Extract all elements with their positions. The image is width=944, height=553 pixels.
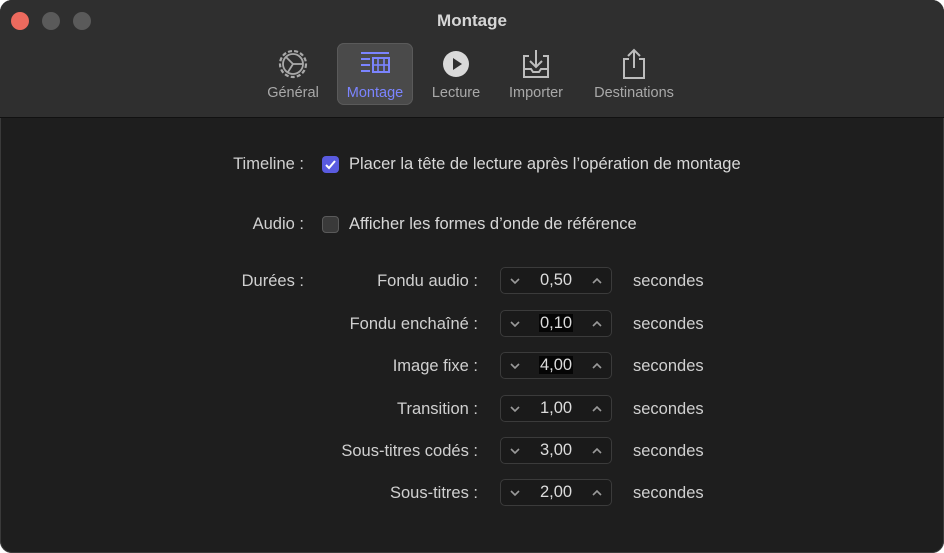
duration-label-transition: Transition :	[396, 400, 478, 418]
duration-label-closed-captions: Sous-titres codés :	[341, 442, 478, 460]
unit-label: secondes	[633, 272, 704, 290]
timeline-option-text: Placer la tête de lecture après l’opérat…	[349, 155, 741, 173]
durations-label: Durées :	[241, 272, 304, 290]
checkmark-icon	[325, 160, 336, 170]
timeline-label: Timeline :	[233, 155, 304, 173]
import-tray-icon	[520, 47, 552, 81]
share-icon	[619, 47, 649, 81]
unit-label: secondes	[633, 315, 704, 333]
chevron-down-icon[interactable]	[502, 352, 528, 379]
stepper-value[interactable]: 2,00	[526, 483, 586, 502]
closed-captions-stepper[interactable]: 3,00	[500, 437, 612, 464]
timeline-playhead-checkbox[interactable]	[322, 156, 339, 173]
stepper-value[interactable]: 0,50	[526, 271, 586, 290]
tab-general[interactable]: Général	[259, 43, 327, 105]
chevron-up-icon[interactable]	[584, 479, 610, 506]
tab-label: Importer	[509, 85, 563, 101]
chevron-down-icon[interactable]	[502, 437, 528, 464]
tab-label: Général	[267, 85, 319, 101]
tab-label: Montage	[346, 85, 404, 101]
unit-label: secondes	[633, 400, 704, 418]
unit-label: secondes	[633, 484, 704, 502]
unit-label: secondes	[633, 357, 704, 375]
tab-importer[interactable]: Importer	[500, 43, 572, 105]
audio-fade-stepper[interactable]: 0,50	[500, 267, 612, 294]
duration-label-subtitles: Sous-titres :	[389, 484, 478, 502]
tab-lecture[interactable]: Lecture	[424, 43, 488, 105]
chevron-down-icon[interactable]	[502, 395, 528, 422]
chevron-down-icon[interactable]	[502, 479, 528, 506]
chevron-up-icon[interactable]	[584, 437, 610, 464]
preferences-window: Montage Général Montage Lecture Importer…	[0, 0, 944, 553]
still-image-stepper[interactable]: 4,00	[500, 352, 612, 379]
tab-label: Lecture	[431, 85, 481, 101]
chevron-up-icon[interactable]	[584, 352, 610, 379]
stepper-value[interactable]: 1,00	[526, 399, 586, 418]
audio-option-text: Afficher les formes d’onde de référence	[349, 215, 637, 233]
chevron-up-icon[interactable]	[584, 395, 610, 422]
audio-label: Audio :	[252, 215, 304, 233]
tab-destinations[interactable]: Destinations	[586, 43, 682, 105]
chevron-down-icon[interactable]	[502, 267, 528, 294]
chevron-up-icon[interactable]	[584, 310, 610, 337]
window-title: Montage	[437, 11, 507, 30]
tab-label: Destinations	[594, 85, 674, 101]
stepper-value[interactable]: 3,00	[526, 441, 586, 460]
duration-label-still-image: Image fixe :	[392, 357, 478, 375]
subtitles-stepper[interactable]: 2,00	[500, 479, 612, 506]
unit-label: secondes	[633, 442, 704, 460]
stepper-value[interactable]: 4,00	[526, 356, 586, 375]
toolbar: Montage Général Montage Lecture Importer…	[0, 0, 944, 118]
timeline-edit-icon	[358, 47, 392, 81]
gear-icon	[277, 47, 309, 81]
chevron-up-icon[interactable]	[584, 267, 610, 294]
play-circle-icon	[441, 47, 471, 81]
stepper-value[interactable]: 0,10	[526, 314, 586, 333]
audio-waveform-checkbox[interactable]	[322, 216, 339, 233]
tab-montage[interactable]: Montage	[337, 43, 413, 105]
duration-label-cross-dissolve: Fondu enchaîné :	[349, 315, 478, 333]
cross-dissolve-stepper[interactable]: 0,10	[500, 310, 612, 337]
duration-label-audio-fade: Fondu audio :	[377, 272, 478, 290]
chevron-down-icon[interactable]	[502, 310, 528, 337]
transition-stepper[interactable]: 1,00	[500, 395, 612, 422]
